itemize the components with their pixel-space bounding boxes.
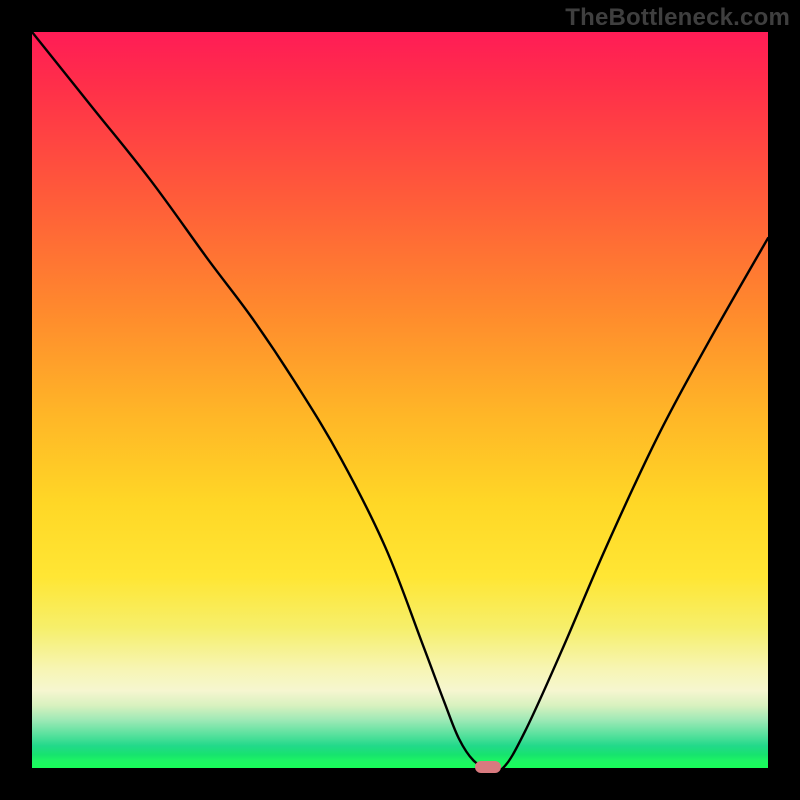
watermark-text: TheBottleneck.com [565,4,790,32]
chart-frame: TheBottleneck.com [0,0,800,800]
optimum-marker [475,761,501,773]
bottleneck-curve [32,32,768,768]
